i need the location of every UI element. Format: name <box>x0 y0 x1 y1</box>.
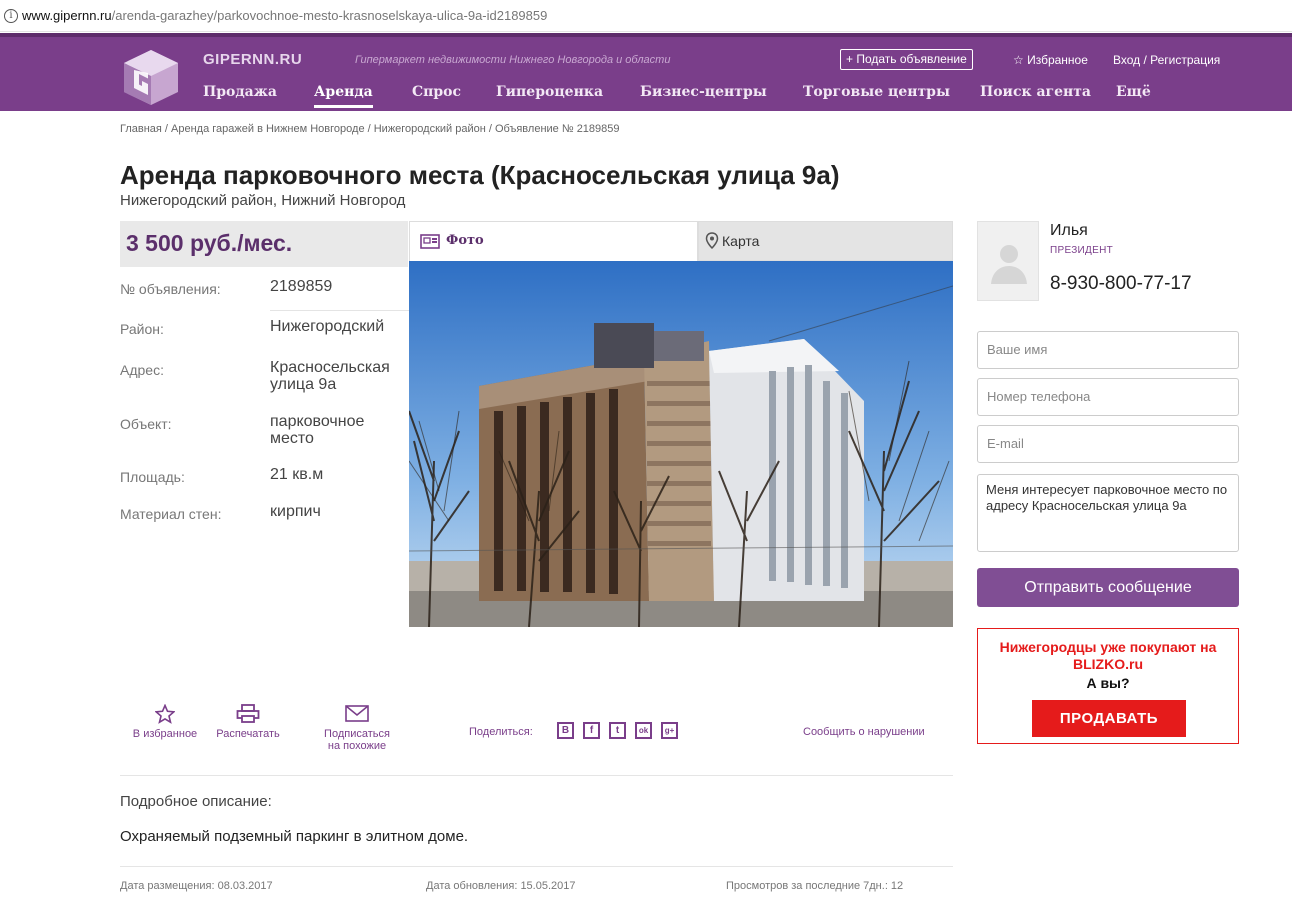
listing-photo[interactable] <box>409 261 953 627</box>
detail-value: 21 кв.м <box>270 466 324 483</box>
printer-icon <box>236 704 260 723</box>
url-host: www.gipernn.ru <box>22 8 112 23</box>
agent-phone[interactable]: 8-930-800-77-17 <box>1050 273 1192 295</box>
agent-name[interactable]: Илья <box>1050 222 1088 240</box>
twitter-icon[interactable]: t <box>609 722 626 739</box>
detail-separator <box>270 310 410 311</box>
tab-photo-label: Фото <box>446 233 484 248</box>
subscribe-label-line2: на похожие <box>327 740 387 752</box>
description-heading: Подробное описание: <box>120 793 272 810</box>
nav-demand[interactable]: Спрос <box>412 84 461 100</box>
header-top-line <box>0 33 1292 37</box>
detail-key: № объявления: <box>120 281 221 297</box>
nav-malls[interactable]: Торговые центры <box>803 84 950 100</box>
address-bar[interactable]: i www.gipernn.ru/arenda-garazhey/parkovo… <box>0 0 1292 32</box>
email-field[interactable]: E-mail <box>977 425 1239 463</box>
favorite-label: В избранное <box>132 728 198 740</box>
detail-key: Адрес: <box>120 362 164 378</box>
message-field[interactable]: Меня интересует парковочное место по адр… <box>977 474 1239 552</box>
price: 3 500 руб./мес. <box>126 230 293 256</box>
ad-question: А вы? <box>1086 675 1130 691</box>
print-button[interactable]: Распечатать <box>212 704 284 740</box>
subscribe-label-line1: Подписаться <box>324 728 390 740</box>
map-pin-icon <box>705 232 719 250</box>
user-silhouette-icon <box>991 245 1027 284</box>
report-violation-link[interactable]: Сообщить о нарушении <box>803 726 925 738</box>
google-plus-icon[interactable]: g+ <box>661 722 678 739</box>
description-text: Охраняемый подземный паркинг в элитном д… <box>120 828 469 845</box>
listing-actions: В избранное Распечатать Подписаться на п… <box>120 700 953 770</box>
detail-key: Объект: <box>120 416 172 432</box>
detail-value: 2189859 <box>270 278 333 295</box>
favorites-link[interactable]: ☆ Избранное <box>1013 53 1088 67</box>
nav-valuation[interactable]: Гипероценка <box>496 84 603 100</box>
envelope-icon <box>345 705 369 722</box>
ad-sell-button[interactable]: ПРОДАВАТЬ <box>1032 700 1186 737</box>
detail-value: парковочное место <box>270 413 365 447</box>
detail-key: Площадь: <box>120 469 185 485</box>
info-icon[interactable]: i <box>4 8 18 23</box>
detail-key: Район: <box>120 321 164 337</box>
breadcrumb[interactable]: Главная / Аренда гаражей в Нижнем Новгор… <box>120 123 620 135</box>
site-logo-icon[interactable] <box>122 48 180 106</box>
ad-headline: Нижегородцы уже покупают на BLIZKO.ru <box>999 639 1217 672</box>
star-icon <box>155 704 175 724</box>
post-ad-button[interactable]: + Подать объявление <box>840 49 973 70</box>
vk-icon[interactable]: В <box>557 722 574 739</box>
subscribe-button[interactable]: Подписаться на похожие <box>310 704 404 752</box>
add-to-favorites-button[interactable]: В избранное <box>120 704 210 740</box>
tab-map[interactable]: Карта <box>698 221 953 261</box>
login-register-link[interactable]: Вход / Регистрация <box>1113 53 1220 67</box>
share-label: Поделиться: <box>469 726 533 738</box>
share-icons: В f t ok g+ <box>557 722 687 739</box>
nav-rent[interactable]: Аренда <box>314 84 373 108</box>
media-tabs: Фото Карта <box>409 221 953 261</box>
nav-sale[interactable]: Продажа <box>203 84 277 100</box>
detail-value: Красносельская улица 9а <box>270 359 390 393</box>
views-count: Просмотров за последние 7дн.: 12 <box>726 880 904 892</box>
divider <box>120 866 953 867</box>
tagline: Гипермаркет недвижимости Нижнего Новгоро… <box>355 54 671 66</box>
price-box: 3 500 руб./мес. <box>120 221 408 267</box>
gallery-icon <box>420 234 440 249</box>
url-path: /arenda-garazhey/parkovochnoe-mesto-kras… <box>111 8 548 23</box>
site-header: GIPERNN.RU Гипермаркет недвижимости Нижн… <box>0 33 1292 111</box>
odnoklassniki-icon[interactable]: ok <box>635 722 652 739</box>
tab-map-label: Карта <box>722 233 760 249</box>
divider <box>120 775 953 776</box>
agent-role: ПРЕЗИДЕНТ <box>1050 245 1114 256</box>
brand-name[interactable]: GIPERNN.RU <box>203 51 302 68</box>
detail-value: кирпич <box>270 503 321 520</box>
phone-field[interactable]: Номер телефона <box>977 378 1239 416</box>
send-message-button[interactable]: Отправить сообщение <box>977 568 1239 607</box>
posted-date: Дата размещения: 08.03.2017 <box>120 880 273 892</box>
tab-photo[interactable]: Фото <box>409 221 698 261</box>
nav-find-agent[interactable]: Поиск агента <box>980 84 1091 100</box>
print-label: Распечатать <box>216 728 280 740</box>
updated-date: Дата обновления: 15.05.2017 <box>426 880 576 892</box>
detail-key: Материал стен: <box>120 506 222 522</box>
page-title: Аренда парковочного места (Красносельска… <box>120 160 840 190</box>
nav-more[interactable]: Ещё <box>1116 84 1151 100</box>
nav-business-centers[interactable]: Бизнес-центры <box>640 84 767 100</box>
blizko-ad-banner[interactable]: Нижегородцы уже покупают на BLIZKO.ru А … <box>977 628 1239 744</box>
location-subtitle: Нижегородский район, Нижний Новгород <box>120 192 406 209</box>
name-field[interactable]: Ваше имя <box>977 331 1239 369</box>
detail-value: Нижегородский <box>270 318 385 335</box>
facebook-icon[interactable]: f <box>583 722 600 739</box>
avatar <box>977 221 1039 301</box>
